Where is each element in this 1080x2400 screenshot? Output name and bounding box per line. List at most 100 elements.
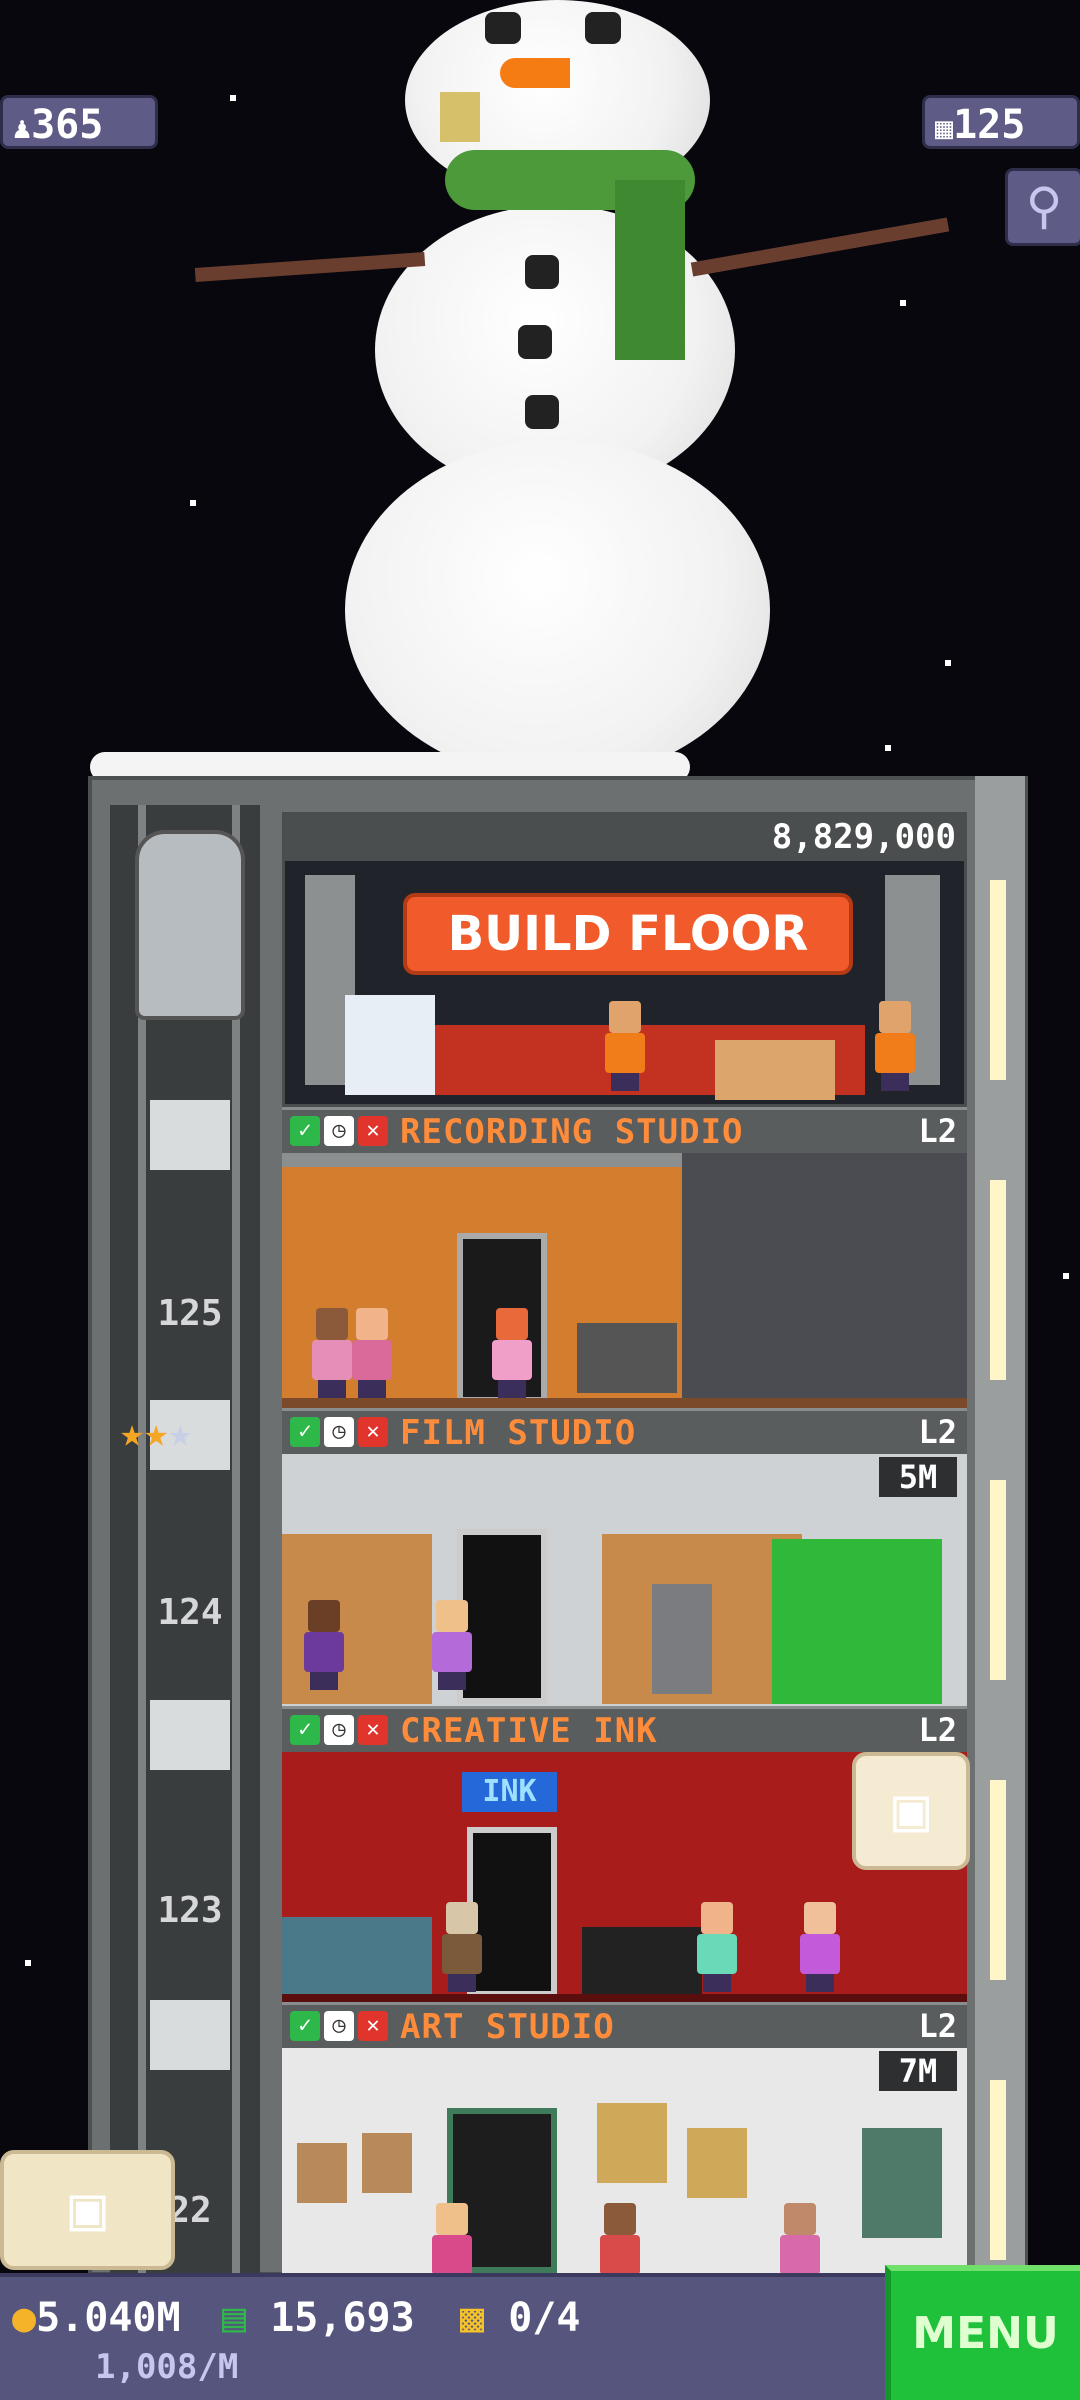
scarf-tail	[615, 180, 685, 360]
mixing-desk	[577, 1323, 677, 1393]
population-counter[interactable]: ♟365	[0, 95, 158, 149]
star-decoration	[230, 95, 236, 101]
ticket-icon: ▩	[460, 2295, 485, 2341]
snowman-button	[525, 395, 559, 429]
floor-label-bar: ✓ ◷ ✕ CREATIVE INK L2	[282, 1706, 967, 1752]
floor-rent: 5M	[879, 1457, 957, 1497]
floor-number: 123	[157, 1890, 223, 1931]
snowman-eye	[585, 12, 621, 44]
painting	[597, 2103, 667, 2183]
elevator-icon[interactable]	[135, 830, 245, 1020]
star-icon: ★	[144, 1410, 169, 1456]
window-light	[990, 880, 1006, 1080]
star-decoration	[900, 300, 906, 306]
snowman-button	[525, 255, 559, 289]
check-icon[interactable]: ✓	[290, 1417, 320, 1447]
film-studio-floor[interactable]: 5M	[282, 1454, 967, 1706]
star-icon: ★	[120, 1410, 145, 1456]
elevator-car	[150, 1100, 230, 1170]
floor-level: L2	[918, 1413, 957, 1451]
ink-sign: INK	[462, 1772, 557, 1812]
star-decoration	[885, 745, 891, 751]
bux-icon: ▤	[222, 2295, 247, 2341]
elevator-car	[150, 1700, 230, 1770]
x-icon[interactable]: ✕	[358, 1715, 388, 1745]
star-decoration	[25, 1960, 31, 1966]
occupant	[304, 1600, 344, 1690]
display-counter	[282, 1917, 432, 1997]
construction-worker	[875, 1001, 915, 1091]
elevator-cable	[232, 805, 240, 2275]
clock-icon[interactable]: ◷	[324, 2011, 354, 2041]
search-icon: ⚲	[1025, 177, 1063, 235]
floor-name: RECORDING STUDIO	[400, 1112, 744, 1152]
window-light	[990, 1180, 1006, 1380]
star-decoration	[190, 500, 196, 506]
floor-label-bar: ✓ ◷ ✕ RECORDING STUDIO L2	[282, 1107, 967, 1153]
material-crate	[715, 1040, 835, 1100]
carrot-nose	[500, 58, 570, 88]
floor-label-bar: ✓ ◷ ✕ FILM STUDIO L2	[282, 1408, 967, 1454]
occupant	[442, 1902, 482, 1992]
painting	[687, 2128, 747, 2198]
floor-label-bar: ✓ ◷ ✕ ART STUDIO L2	[282, 2002, 967, 2048]
floor-name: ART STUDIO	[400, 2007, 615, 2047]
material-crate	[345, 995, 435, 1095]
clock-icon[interactable]: ◷	[324, 1715, 354, 1745]
build-floor-button[interactable]: BUILD FLOOR	[403, 893, 853, 975]
elevator-cable	[138, 805, 146, 2275]
occupant	[697, 1902, 737, 1992]
x-icon[interactable]: ✕	[358, 1417, 388, 1447]
film-camera	[652, 1584, 712, 1694]
box-button[interactable]: ▣	[852, 1752, 970, 1870]
star-rating: ★★★	[120, 1410, 192, 1456]
check-icon[interactable]: ✓	[290, 2011, 320, 2041]
occupant	[800, 1902, 840, 1992]
search-button[interactable]: ⚲	[1005, 168, 1080, 246]
coin-icon: ●	[12, 2295, 37, 2341]
check-icon[interactable]: ✓	[290, 1116, 320, 1146]
bux-counter[interactable]: ▤ 15,693	[222, 2295, 415, 2341]
floor-level: L2	[918, 1711, 957, 1749]
window-light	[990, 2080, 1006, 2260]
check-icon[interactable]: ✓	[290, 1715, 320, 1745]
star-icon: ★	[168, 1410, 193, 1456]
floor-rent: 7M	[879, 2051, 957, 2091]
box-icon: ▣	[69, 2174, 106, 2244]
build-cost: 8,829,000	[771, 817, 956, 857]
vip-ticket-counter[interactable]: ▩ 0/4	[460, 2295, 580, 2341]
occupant	[352, 1308, 392, 1398]
floor-level: L2	[918, 2007, 957, 2045]
x-icon[interactable]: ✕	[358, 1116, 388, 1146]
occupant	[492, 1308, 532, 1398]
elevator-car	[150, 2000, 230, 2070]
clock-icon[interactable]: ◷	[324, 1116, 354, 1146]
menu-button[interactable]: MENU	[885, 2265, 1080, 2400]
box-button[interactable]: ▣	[0, 2150, 175, 2270]
coin-rate: 1,008/M	[95, 2347, 239, 2387]
box-icon: ▣	[892, 1775, 930, 1845]
population-icon: ♟	[13, 111, 32, 146]
recording-studio-floor[interactable]: 5M	[282, 1153, 967, 1408]
snowman-eye	[485, 12, 521, 44]
pipe-icon	[440, 92, 480, 142]
painting	[297, 2143, 347, 2203]
coin-counter[interactable]: ●5.040M	[12, 2295, 181, 2341]
star-decoration	[945, 660, 951, 666]
snowman-button	[518, 325, 552, 359]
green-screen	[772, 1539, 942, 1704]
art-studio-floor[interactable]: 7M	[282, 2048, 967, 2293]
star-decoration	[1063, 1273, 1069, 1279]
stick-arm	[194, 251, 426, 283]
floor-number: 124	[157, 1592, 223, 1633]
floors-counter[interactable]: ▦125	[922, 95, 1080, 149]
painting	[362, 2133, 412, 2193]
construction-worker	[605, 1001, 645, 1091]
occupant	[312, 1308, 352, 1398]
x-icon[interactable]: ✕	[358, 2011, 388, 2041]
floor-number: 125	[157, 1293, 223, 1334]
clock-icon[interactable]: ◷	[324, 1417, 354, 1447]
stick-arm	[690, 217, 950, 277]
window	[862, 2128, 942, 2238]
occupant	[432, 1600, 472, 1690]
